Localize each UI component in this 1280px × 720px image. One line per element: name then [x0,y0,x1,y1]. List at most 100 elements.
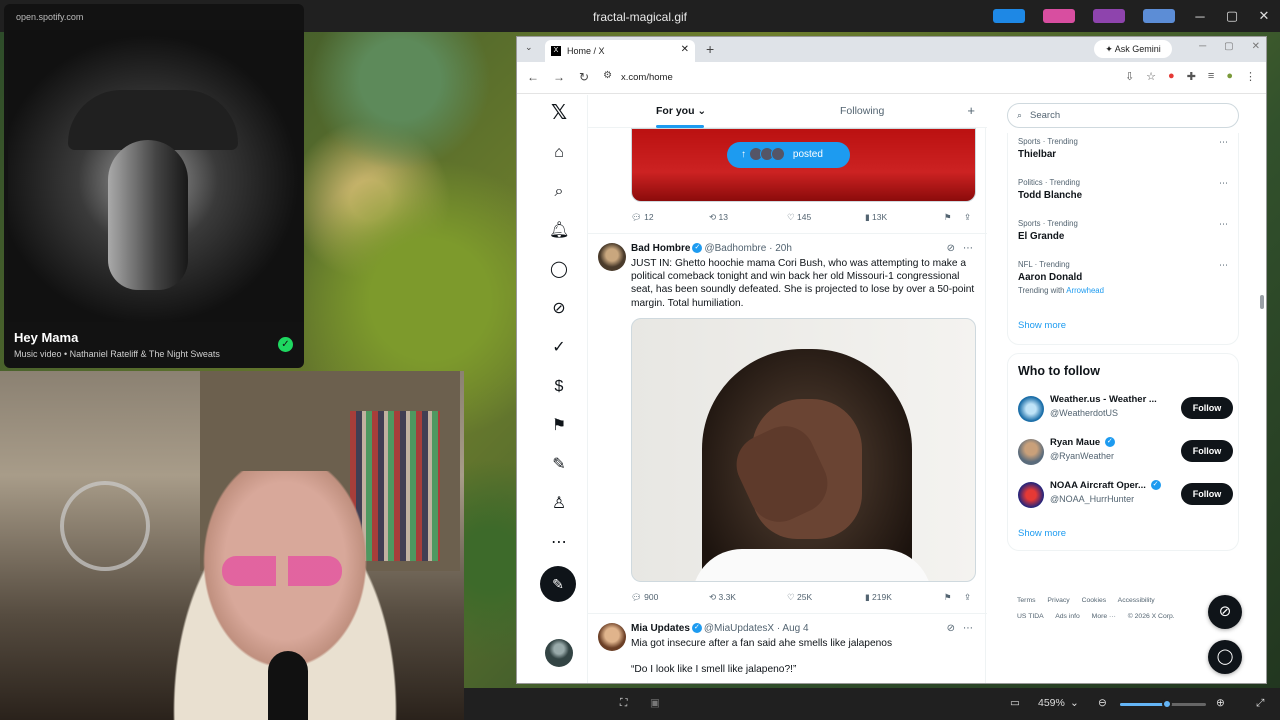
monetization-icon[interactable]: $ [549,377,569,397]
footer-link[interactable]: Privacy [1047,597,1069,604]
repost-button[interactable]: ⟲ 3.3K [709,592,736,603]
views-button[interactable]: ▮ 13K [865,212,887,223]
chevron-down-icon[interactable]: ⌄ [1070,697,1079,709]
maximize-icon[interactable]: ▢ [1216,8,1248,24]
app-icon[interactable] [1093,9,1125,23]
share-icon[interactable]: ⇪ [964,592,971,603]
grok-icon[interactable]: ⊘ [947,243,955,254]
follow-button[interactable]: Follow [1181,397,1233,419]
avatar[interactable] [598,243,626,271]
more-icon[interactable]: ⋯ [1219,260,1228,271]
footer-link[interactable]: Ads info [1055,613,1080,620]
post-author[interactable]: Bad Hombre ✓ @Badhombre · 20h [631,243,792,254]
tab-following[interactable]: Following [840,105,884,117]
more-icon[interactable]: ⋯ [963,243,973,254]
add-tab-icon[interactable]: + [967,103,975,118]
footer-link[interactable]: US TIDA [1017,613,1044,620]
close-icon[interactable]: ✕ [1252,41,1260,52]
song-title[interactable]: Hey Mama [14,330,78,345]
zoom-level[interactable]: 459% [1038,697,1065,709]
app-icon[interactable] [1143,9,1175,23]
adblock-icon[interactable]: ● [1168,70,1175,83]
search-input[interactable]: ⌕ Search [1007,103,1239,128]
menu-icon[interactable]: ⋮ [1245,70,1256,83]
minimize-icon[interactable]: ─ [1184,9,1216,24]
views-button[interactable]: ▮ 219K [865,592,892,603]
tab-for-you[interactable]: For you ⌄ [656,105,706,117]
grok-icon[interactable]: ⊘ [549,299,569,319]
new-tab-icon[interactable]: + [706,41,714,57]
reload-icon[interactable]: ↻ [579,70,589,84]
avatar[interactable] [545,639,573,667]
post-author[interactable]: Mia Updates ✓ @MiaUpdatesX · Aug 4 [631,623,809,634]
footer-link[interactable]: Accessibility [1118,597,1155,604]
show-more-link[interactable]: Show more [1018,528,1066,539]
zoom-in-icon[interactable]: ⊕ [1216,697,1225,709]
crop-icon[interactable]: ▣ [650,697,660,709]
follow-suggestion[interactable]: Weather.us - Weather ... @WeatherdotUS F… [1018,394,1233,424]
zoom-slider-knob[interactable] [1162,699,1173,709]
zoom-slider[interactable] [1120,699,1206,709]
more-icon[interactable]: ⋯ [963,623,973,634]
fullscreen-icon[interactable]: ⤢ [1256,697,1264,710]
share-icon[interactable]: ⇪ [964,212,971,223]
more-icon[interactable]: ⋯ [1219,178,1228,189]
bookmark-icon[interactable]: ⚑ [944,592,952,603]
install-icon[interactable]: ⇩ [1125,70,1134,83]
explore-icon[interactable]: ⌕ [549,182,569,202]
reply-button[interactable]: 💬︎ 900 [631,592,658,603]
minimize-icon[interactable]: ─ [1199,41,1206,52]
profile-icon[interactable]: ● [1226,70,1233,83]
footer-link[interactable]: Cookies [1082,597,1107,604]
app-icon[interactable] [993,9,1025,23]
actual-size-icon[interactable]: ▭ [1010,697,1020,709]
follow-suggestion[interactable]: NOAA Aircraft Oper... ✓ @NOAA_HurrHunter… [1018,480,1233,510]
check-icon[interactable]: ✓ [278,337,293,352]
more-icon[interactable]: ⋯ [1219,137,1228,148]
url-field[interactable]: x.com/home [621,72,673,83]
maximize-icon[interactable]: ▢ [1224,41,1233,52]
star-icon[interactable]: ☆ [1146,70,1156,83]
trend-item[interactable]: Sports · Trending Thielbar ⋯ [1018,137,1228,160]
chevron-down-icon[interactable]: ⌄ [525,42,533,53]
zoom-out-icon[interactable]: ⊖ [1098,697,1107,709]
messages-icon[interactable]: ◯ [549,260,569,280]
scrollbar[interactable] [1260,295,1264,309]
site-info-icon[interactable]: ⚙ [603,70,612,84]
reply-button[interactable]: 💬︎ 12 [631,212,654,223]
more-icon[interactable]: ⋯ [549,533,569,553]
bookmarks-icon[interactable]: ⚑ [549,416,569,436]
avatar[interactable] [1018,439,1044,465]
repost-button[interactable]: ⟲ 13 [709,212,728,223]
tab-home-x[interactable]: X Home / X ✕ [545,40,695,62]
forward-icon[interactable]: → [553,70,565,84]
verified-icon[interactable]: ✓ [549,338,569,358]
follow-button[interactable]: Follow [1181,483,1233,505]
close-icon[interactable]: ✕ [1248,8,1280,24]
close-icon[interactable]: ✕ [681,44,689,55]
messages-fab-button[interactable]: ◯ [1208,640,1242,674]
avatar[interactable] [598,623,626,651]
back-icon[interactable]: ← [527,70,539,84]
avatar[interactable] [1018,482,1044,508]
like-button[interactable]: ♡ 145 [787,212,811,223]
extensions-icon[interactable]: ✚ [1187,70,1196,83]
show-more-link[interactable]: Show more [1018,320,1066,331]
new-posts-pill[interactable]: ↑ posted [727,142,850,168]
grok-icon[interactable]: ⊘ [947,623,955,634]
footer-link[interactable]: Terms [1017,597,1036,604]
like-button[interactable]: ♡ 25K [787,592,812,603]
post-image[interactable] [631,318,976,582]
profile-icon[interactable]: ♙ [549,494,569,514]
app-icon[interactable] [1043,9,1075,23]
trend-item[interactable]: Sports · Trending El Grande ⋯ [1018,219,1228,242]
notifications-icon[interactable]: 🔔︎ [549,221,569,241]
bookmark-icon[interactable]: ⚑ [944,212,952,223]
x-logo-icon[interactable]: 𝕏 [549,103,569,123]
ask-gemini-button[interactable]: ✦ Ask Gemini [1094,40,1172,58]
fit-icon[interactable]: ⛶ [620,697,627,710]
trend-item[interactable]: Politics · Trending Todd Blanche ⋯ [1018,178,1228,201]
grok-fab-button[interactable]: ⊘ [1208,595,1242,629]
more-icon[interactable]: ⋯ [1219,219,1228,230]
lists-icon[interactable]: ✎ [549,455,569,475]
